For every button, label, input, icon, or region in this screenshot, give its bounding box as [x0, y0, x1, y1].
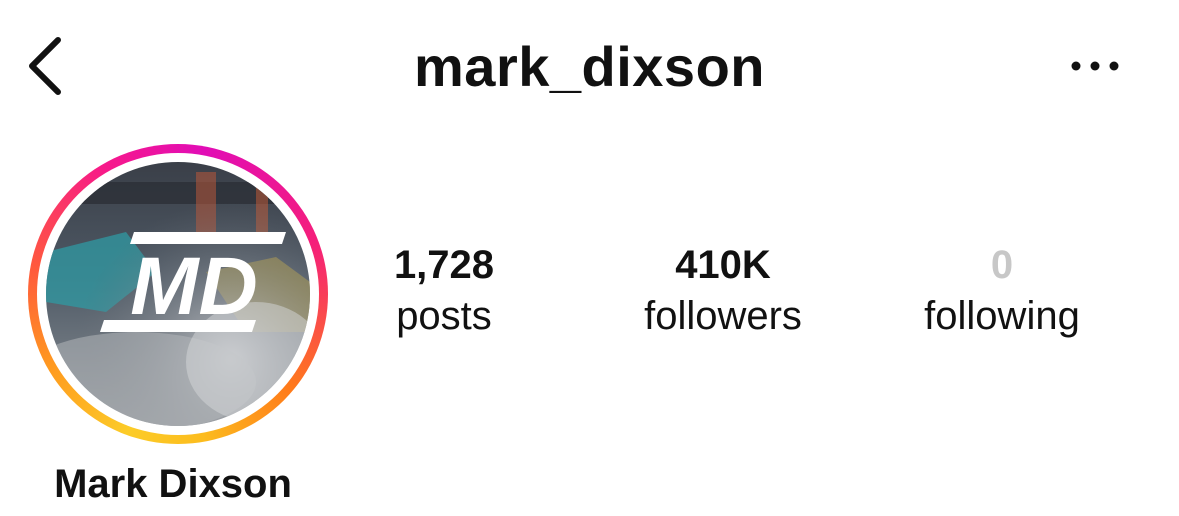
- more-horizontal-icon: [1071, 61, 1119, 71]
- posts-label: posts: [396, 294, 492, 338]
- following-count: 0: [990, 243, 1014, 287]
- more-options-button[interactable]: [1062, 44, 1128, 88]
- back-button[interactable]: [18, 30, 74, 102]
- following-stat[interactable]: 0 following: [882, 240, 1122, 342]
- following-label: following: [924, 294, 1080, 338]
- posts-stat[interactable]: 1,728 posts: [324, 240, 564, 342]
- avatar: MD: [46, 162, 310, 426]
- posts-count: 1,728: [393, 243, 495, 287]
- followers-label: followers: [644, 294, 802, 338]
- chevron-left-icon: [29, 37, 61, 95]
- avatar-ring-gap: MD: [37, 153, 319, 435]
- followers-stat[interactable]: 410K followers: [603, 240, 843, 342]
- top-bar: mark_dixson: [0, 0, 1179, 130]
- avatar-story-ring[interactable]: MD: [28, 144, 328, 444]
- profile-display-name: Mark Dixson: [54, 462, 292, 506]
- page-title: mark_dixson: [414, 35, 765, 98]
- avatar-logo-text: MD: [130, 241, 258, 332]
- followers-count: 410K: [675, 243, 771, 287]
